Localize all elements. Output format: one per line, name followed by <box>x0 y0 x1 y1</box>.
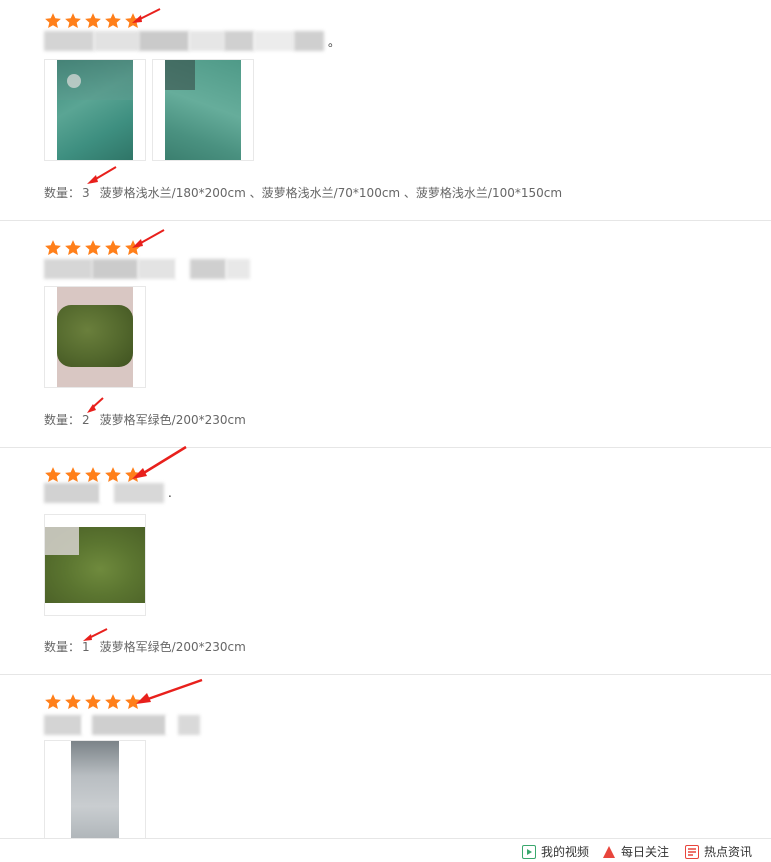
hot-news-link[interactable]: 热点资讯 <box>685 843 752 860</box>
review-photo[interactable] <box>152 59 254 161</box>
star-icon <box>124 12 142 30</box>
bottom-toolbar: 我的视频 每日关注 热点资讯 <box>0 838 771 859</box>
order-quantity-line: 数量： 2 菠萝格军绿色/200*230cm <box>44 411 246 428</box>
quantity-label: 数量： <box>44 186 81 200</box>
review-item <box>0 675 771 842</box>
daily-follow-label: 每日关注 <box>621 845 670 859</box>
product-spec: 菠萝格军绿色/200*230cm <box>99 413 246 427</box>
review-photo[interactable] <box>44 514 146 616</box>
follow-icon <box>602 845 616 859</box>
play-icon <box>522 844 536 859</box>
star-icon <box>104 12 122 30</box>
star-icon <box>104 693 122 711</box>
review-item: 。 数量： 3 菠萝格浅水兰/180*200cm 、菠萝格浅水兰/70*100cm … <box>0 0 771 220</box>
star-icon <box>64 693 82 711</box>
review-photo[interactable] <box>44 740 146 842</box>
star-icon <box>84 239 102 257</box>
star-icon <box>44 239 62 257</box>
star-icon <box>44 12 62 30</box>
my-videos-link[interactable]: 我的视频 <box>522 843 589 860</box>
star-icon <box>84 12 102 30</box>
redacted-review-text: 。 <box>44 30 340 52</box>
star-icon <box>124 693 142 711</box>
star-icon <box>124 239 142 257</box>
my-videos-label: 我的视频 <box>541 845 590 859</box>
review-item: . 数量： 1 菠萝格军绿色/200*230cm <box>0 445 771 674</box>
quantity-value: 2 <box>82 413 90 427</box>
hot-news-label: 热点资讯 <box>704 845 753 859</box>
review-photo[interactable] <box>44 59 146 161</box>
product-spec: 菠萝格浅水兰/180*200cm 、菠萝格浅水兰/70*100cm 、菠萝格浅水… <box>99 186 563 200</box>
news-icon <box>685 844 699 859</box>
redacted-review-text: . <box>44 482 172 504</box>
quantity-label: 数量： <box>44 640 81 654</box>
star-icon <box>64 12 82 30</box>
star-rating <box>44 693 142 713</box>
review-photo[interactable] <box>44 286 146 388</box>
order-quantity-line: 数量： 1 菠萝格军绿色/200*230cm <box>44 638 246 655</box>
star-icon <box>64 239 82 257</box>
annotation-arrow <box>87 166 117 184</box>
product-spec: 菠萝格军绿色/200*230cm <box>99 640 246 654</box>
quantity-label: 数量： <box>44 413 81 427</box>
quantity-value: 3 <box>82 186 90 200</box>
annotation-arrow <box>136 678 203 704</box>
review-text-tail: 。 <box>328 34 341 49</box>
star-icon <box>84 693 102 711</box>
star-icon <box>44 693 62 711</box>
redacted-review-text <box>44 714 200 736</box>
star-icon <box>104 239 122 257</box>
daily-follow-link[interactable]: 每日关注 <box>602 843 669 860</box>
star-rating <box>44 239 142 259</box>
star-rating <box>44 12 142 32</box>
quantity-value: 1 <box>82 640 90 654</box>
review-item: 数量： 2 菠萝格军绿色/200*230cm <box>0 221 771 447</box>
order-quantity-line: 数量： 3 菠萝格浅水兰/180*200cm 、菠萝格浅水兰/70*100cm 、菠… <box>44 184 562 201</box>
redacted-review-text <box>44 258 250 280</box>
review-text-tail: . <box>168 486 172 500</box>
